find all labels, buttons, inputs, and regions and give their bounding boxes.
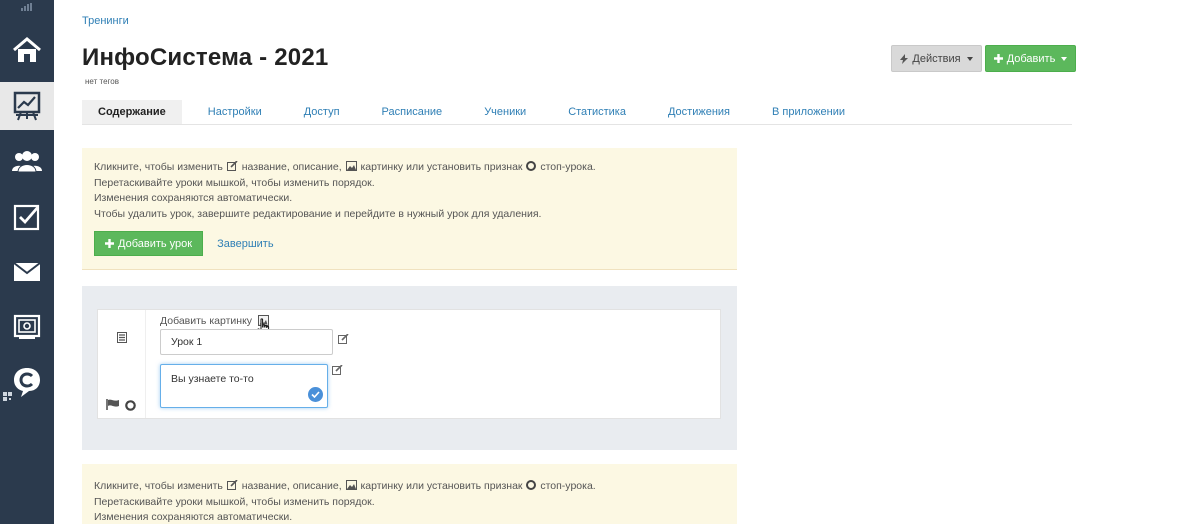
- home-icon: [13, 37, 41, 62]
- tab-bar: Содержание Настройки Доступ Расписание У…: [82, 100, 1072, 125]
- notice-text: Кликните, чтобы изменить: [94, 161, 223, 173]
- edit-instructions-notice: Кликните, чтобы изменить название, описа…: [82, 148, 737, 270]
- qr-code-icon[interactable]: [3, 392, 12, 401]
- image-icon: [345, 480, 357, 490]
- edit-description-icon[interactable]: [332, 365, 343, 375]
- left-nav-rail: [0, 0, 54, 524]
- notice-actions: Добавить урок Завершить: [94, 231, 725, 256]
- tab-schedule[interactable]: Расписание: [366, 100, 459, 124]
- edit-title-icon[interactable]: [338, 334, 349, 344]
- notice-line-1: Кликните, чтобы изменить название, описа…: [94, 160, 725, 176]
- page-title: ИнфоСистема - 2021: [82, 44, 329, 71]
- tags-label[interactable]: нет тегов: [85, 77, 119, 86]
- tab-content[interactable]: Содержание: [82, 100, 182, 124]
- settings-panel-icon: [13, 314, 41, 339]
- bolt-icon: [900, 53, 909, 64]
- rail-item-users[interactable]: [0, 137, 54, 185]
- notice-text: название, описание,: [241, 480, 342, 492]
- edit-icon: [226, 480, 238, 490]
- notice-text: стоп-урока.: [540, 480, 596, 492]
- stop-circle-icon: [526, 480, 537, 490]
- actions-button-label: Действия: [912, 52, 961, 65]
- add-lesson-label: Добавить урок: [118, 237, 193, 250]
- tab-in-app[interactable]: В приложении: [756, 100, 861, 124]
- add-image-label: Добавить картинку: [160, 315, 253, 327]
- rail-item-home[interactable]: [0, 26, 54, 74]
- chat-logo-icon: [14, 368, 40, 397]
- signal-icon: [0, 0, 54, 14]
- checkbox-icon: [13, 204, 40, 231]
- lesson-card[interactable]: Добавить картинку Вы узнаете то-то: [97, 309, 721, 419]
- notice-line-3: Изменения сохраняются автоматически.: [94, 192, 293, 204]
- add-lesson-button[interactable]: Добавить урок: [94, 231, 204, 256]
- grammar-check-icon[interactable]: [308, 387, 323, 402]
- notice-line-1: Кликните, чтобы изменить название, описа…: [94, 479, 725, 495]
- notice-text: картинку или установить признак: [360, 161, 523, 173]
- tab-access[interactable]: Доступ: [288, 100, 356, 124]
- caret-down-icon: [966, 56, 973, 61]
- notice-line-2: Перетаскивайте уроки мышкой, чтобы измен…: [94, 176, 375, 189]
- lesson-side-panel: [98, 310, 146, 418]
- rail-item-tasks[interactable]: [0, 193, 54, 241]
- add-button-label: Добавить: [1006, 52, 1056, 65]
- plus-icon: [993, 54, 1003, 63]
- lesson-list-icon[interactable]: [117, 332, 127, 343]
- rail-item-messages[interactable]: [0, 248, 54, 296]
- rail-item-settings[interactable]: [0, 303, 54, 351]
- plus-icon: [105, 239, 114, 248]
- flag-icon[interactable]: [106, 399, 120, 410]
- caret-down-icon: [1061, 56, 1068, 61]
- add-dropdown-button[interactable]: Добавить: [985, 45, 1076, 72]
- finish-editing-link[interactable]: Завершить: [217, 238, 273, 250]
- notice-text: Кликните, чтобы изменить: [94, 480, 223, 492]
- notice-text: название, описание,: [241, 161, 342, 173]
- stop-circle-icon[interactable]: [125, 400, 136, 411]
- chart-board-icon: [13, 91, 41, 121]
- users-icon: [12, 151, 42, 173]
- notice-line-4: Чтобы удалить урок, завершите редактиров…: [94, 207, 542, 220]
- lesson-description-input[interactable]: Вы узнаете то-то: [160, 364, 328, 408]
- breadcrumb-trainings[interactable]: Тренинги: [82, 15, 129, 27]
- lesson-title-input[interactable]: [160, 329, 333, 355]
- notice-text: картинку или установить признак: [360, 480, 523, 492]
- notice-text: стоп-урока.: [540, 161, 596, 173]
- edit-icon: [226, 161, 238, 171]
- image-icon: [345, 161, 357, 171]
- edit-instructions-notice-bottom: Кликните, чтобы изменить название, описа…: [82, 464, 737, 524]
- envelope-icon: [13, 262, 41, 281]
- tab-statistics[interactable]: Статистика: [552, 100, 642, 124]
- add-image-row: Добавить картинку: [160, 315, 269, 327]
- tab-students[interactable]: Ученики: [468, 100, 542, 124]
- rail-item-trainings[interactable]: [0, 82, 54, 130]
- tab-achievements[interactable]: Достижения: [652, 100, 746, 124]
- notice-line-2: Перетаскивайте уроки мышкой, чтобы измен…: [94, 495, 375, 508]
- stop-circle-icon: [526, 161, 537, 171]
- actions-dropdown-button[interactable]: Действия: [891, 45, 982, 72]
- notice-line-3: Изменения сохраняются автоматически.: [94, 511, 293, 523]
- tab-settings[interactable]: Настройки: [192, 100, 278, 124]
